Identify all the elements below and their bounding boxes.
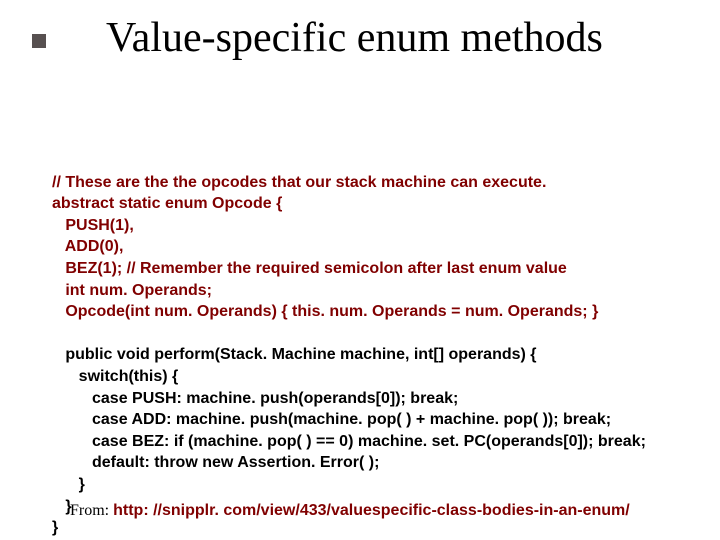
code-line-4: ADD(0), [52, 238, 123, 255]
code-line-3: PUSH(1), [52, 217, 134, 234]
code-line-6: int num. Operands; [52, 282, 212, 299]
code-line-13: case BEZ: if (machine. pop( ) == 0) mach… [52, 433, 646, 450]
code-block: // These are the the opcodes that our st… [52, 150, 646, 539]
page-title: Value-specific enum methods [106, 14, 603, 62]
source-url: http: //snipplr. com/view/433/valuespeci… [113, 502, 630, 519]
code-line-10: switch(this) { [52, 368, 178, 385]
code-line-7: Opcode(int num. Operands) { this. num. O… [52, 303, 598, 320]
code-line-14: default: throw new Assertion. Error( ); [52, 454, 379, 471]
from-label: From: [70, 502, 113, 519]
code-line-5: BEZ(1); // Remember the required semicol… [52, 260, 567, 277]
title-bullet [32, 34, 46, 48]
code-line-17: } [52, 519, 58, 536]
code-line-16: } [52, 498, 72, 515]
code-line-12: case ADD: machine. push(machine. pop( ) … [52, 411, 611, 428]
code-line-11: case PUSH: machine. push(operands[0]); b… [52, 390, 458, 407]
code-line-9: public void perform(Stack. Machine machi… [52, 346, 537, 363]
code-line-2: abstract static enum Opcode { [52, 195, 282, 212]
code-line-1: // These are the the opcodes that our st… [52, 174, 546, 191]
code-line-15: } [52, 476, 85, 493]
footer: From: http: //snipplr. com/view/433/valu… [70, 502, 630, 520]
